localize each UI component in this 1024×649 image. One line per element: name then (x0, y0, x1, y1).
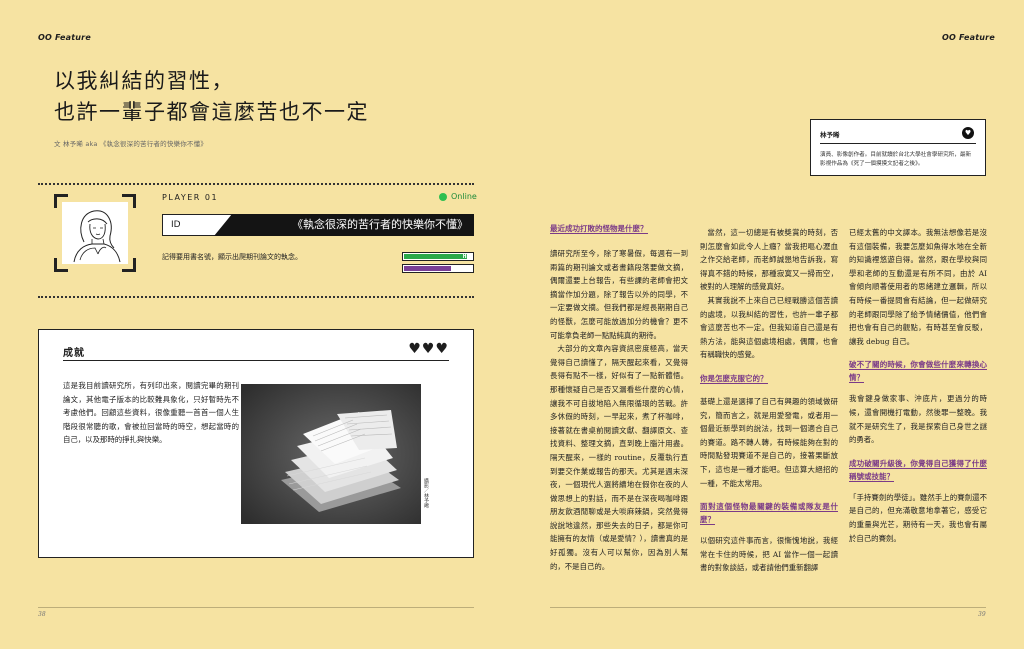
heart-icons: ♥♥♥ (408, 341, 449, 357)
id-value: 《執念很深的苦行者的快樂你不懂》 (214, 214, 474, 236)
question-1-text: 最近成功打敗的怪物是什麼？ (550, 224, 648, 234)
photo-credit: 攝影／林予晞 (423, 478, 429, 508)
mp-bar: MP (402, 264, 474, 273)
article-title: 以我糾結的習性， 也許一輩子都會這麼苦也不一定 (54, 66, 369, 128)
hp-label: HP (462, 253, 470, 260)
hp-bar: HP (402, 252, 474, 261)
question-5-text: 成功破關升級後，你覺得自己獲得了什麼稱號或技能？ (849, 458, 987, 482)
paragraph: 大部分的文章內容資訊密度極高，當天覺得自己讀懂了，隔天醒起來看，又覺得長得有點不… (550, 344, 688, 571)
page-number-left: 38 (38, 611, 46, 618)
page-header-right: OO Feature (942, 33, 995, 42)
online-dot-icon (439, 192, 447, 201)
achievement-title: 成就 (63, 348, 85, 359)
info-divider (820, 143, 976, 144)
text-column-1: 最近成功打敗的怪物是什麼？ 讀研究所至今，除了寒暑假，每週有一到兩篇的期刊論文或… (550, 222, 688, 573)
paper-stack-photo (241, 384, 421, 524)
paragraph: 已經太舊的中文譯本。我無法想像若是沒有這個裝備，我要怎麼如魚得水地在全新的知識裡… (849, 228, 987, 346)
byline: 文 林予晞 aka 《執念很深的苦行者的快樂你不懂》 (54, 140, 208, 148)
achievement-divider (63, 360, 449, 361)
paragraph: 讀研究所至今，除了寒暑假，每週有一到兩篇的期刊論文或者書籍段落要做文摘，偶爾還要… (550, 249, 688, 340)
paragraph: 「手持賽劍的學徒」。雖然手上的賽劍還不是自己的，但充滿敬意地拿著它，感受它的重量… (849, 492, 987, 543)
text-column-2: 當然，這一切總是有被獎賞的時刻，否則怎麼會如此令人上癮？當我把嘔心瀝血之作交給老… (700, 226, 838, 575)
heart-icon: ♥ (962, 127, 974, 139)
question-4: 破不了關的時候，你會做些什麼來轉換心情？ (849, 358, 987, 384)
paragraph: 我會鍵身做家事、沖底片，更過分的時候，還會開機打電動，然後罪一整晚。我就不是研究… (849, 394, 987, 445)
footer-rule-left (38, 607, 474, 608)
player-avatar (54, 194, 136, 272)
paragraph: 其實我說不上來自己已經戰勝這個苦讀的處境，以我糾結的習性，也許一輩子都會這麼苦也… (700, 295, 838, 360)
page-number-right: 39 (978, 611, 986, 618)
online-status: Online (439, 192, 477, 201)
mp-label: MP (462, 265, 470, 272)
player-id-bar: ID 《執念很深的苦行者的快樂你不懂》 (162, 214, 474, 236)
paragraph: 基礎上還是選擇了自己有興趣的領域做研究，簡而言之，就是用愛發電，或者用一個最近新… (700, 396, 838, 488)
paragraph: 以個研究這件事而言，很慚愧地說，我經常在卡住的時候，把 AI 當作一個一起讀書的… (700, 536, 838, 573)
author-description: 演員、影像創作者。目前就讀於台北大學社會學研究所，最新影視作品為《死了一個摸摸文… (820, 152, 972, 167)
footer-rule-right (550, 607, 986, 608)
dotted-divider-top (38, 183, 474, 185)
title-line-1: 以我糾結的習性， (54, 69, 234, 93)
question-1: 最近成功打敗的怪物是什麼？ (550, 222, 688, 235)
player-label: PLAYER 01 (162, 193, 219, 202)
author-name: 林予晞 (820, 131, 840, 139)
achievement-box: 成就 ♥♥♥ 這是我目前讀研究所，有列印出來，閱讀完畢的期刊論文，其他電子版本的… (38, 329, 474, 558)
question-3: 面對這個怪物最關鍵的裝備或隊友是什麼？ (700, 500, 838, 526)
dotted-divider-bottom (38, 296, 474, 298)
achievement-text: 這是我目前讀研究所，有列印出來，閱讀完畢的期刊論文，其他電子版本的比較難具象化，… (63, 381, 239, 444)
hp-bar-fill (404, 254, 468, 259)
mp-bar-fill (404, 266, 451, 271)
question-4-text: 破不了關的時候，你會做些什麼來轉換心情？ (849, 360, 987, 384)
question-3-text: 面對這個怪物最關鍵的裝備或隊友是什麼？ (700, 502, 838, 526)
question-5: 成功破關升級後，你覺得自己獲得了什麼稱號或技能？ (849, 457, 987, 483)
title-line-2: 也許一輩子都會這麼苦也不一定 (54, 100, 369, 124)
question-2: 你是怎麼克服它的？ (700, 372, 838, 385)
player-bio: 記得要用書名號，顯示出爬期刊論文的執念。 (162, 253, 302, 261)
paper-stack-image (241, 384, 421, 524)
page-header-left: OO Feature (38, 33, 91, 42)
portrait-illustration (73, 210, 121, 263)
text-column-3: 已經太舊的中文譯本。我無法想像若是沒有這個裝備，我要怎麼如魚得水地在全新的知識裡… (849, 226, 987, 545)
paragraph: 當然，這一切總是有被獎賞的時刻，否則怎麼會如此令人上癮？當我把嘔心瀝血之作交給老… (700, 228, 838, 292)
online-status-text: Online (451, 192, 477, 201)
author-info-box: 林予晞 ♥ 演員、影像創作者。目前就讀於台北大學社會學研究所，最新影視作品為《死… (810, 119, 986, 176)
question-2-text: 你是怎麼克服它的？ (700, 373, 768, 384)
